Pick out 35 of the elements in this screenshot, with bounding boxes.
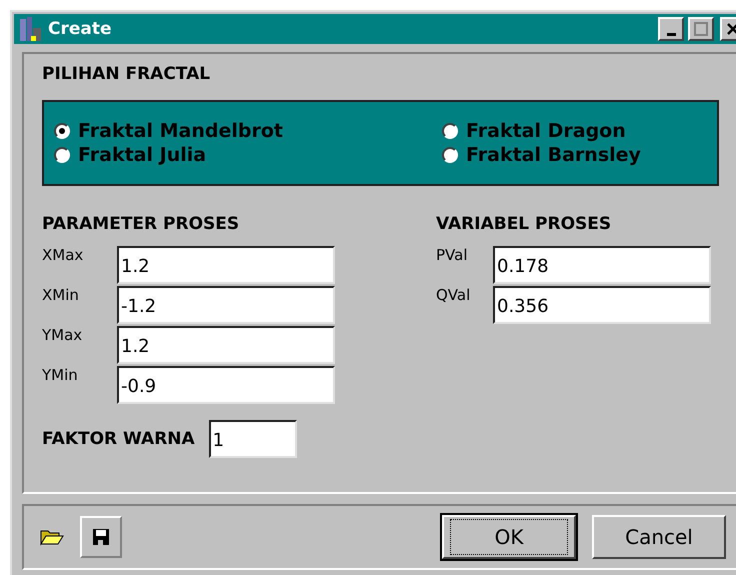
dialog-button[interactable]: OK [442,515,576,559]
section-heading: PARAMETER PROSES [42,214,240,234]
save-button[interactable] [80,516,122,558]
maximize-icon [694,22,708,36]
field-label: YMin [42,366,79,384]
input-field[interactable]: 0.356 [493,286,711,324]
field-label: FAKTOR WARNA [42,429,195,449]
section-heading: PILIHAN FRACTAL [42,64,212,84]
field-label: XMin [42,286,80,304]
input-field[interactable]: 0.178 [493,246,711,284]
radio-option[interactable]: Fraktal Dragon [442,120,717,142]
folder-icon [40,528,64,546]
radio-button[interactable] [54,123,70,139]
dialog-button[interactable]: Cancel [592,515,726,559]
field-label: XMax [42,246,84,264]
radio-option[interactable]: Fraktal Mandelbrot [54,120,442,142]
section-heading: VARIABEL PROSES [436,214,612,234]
field-label: QVal [436,286,472,304]
radio-option[interactable]: Fraktal Julia [54,144,442,166]
input-field[interactable]: 1.2 [117,326,335,364]
radio-button[interactable] [54,147,70,163]
input-field[interactable]: -0.9 [117,366,335,404]
field-label: PVal [436,246,469,264]
radio-button[interactable] [442,147,458,163]
minimize-icon [666,32,676,36]
field-label: YMax [42,326,84,344]
minimize-button[interactable] [658,17,684,41]
radio-option[interactable]: Fraktal Barnsley [442,144,717,166]
app-icon [18,16,44,42]
close-icon [726,22,736,36]
input-field[interactable]: 1.2 [117,246,335,284]
radio-button[interactable] [442,123,458,139]
window-title: Create [48,19,113,39]
input-field[interactable]: -1.2 [117,286,335,324]
input-field[interactable]: 1 [208,420,297,458]
